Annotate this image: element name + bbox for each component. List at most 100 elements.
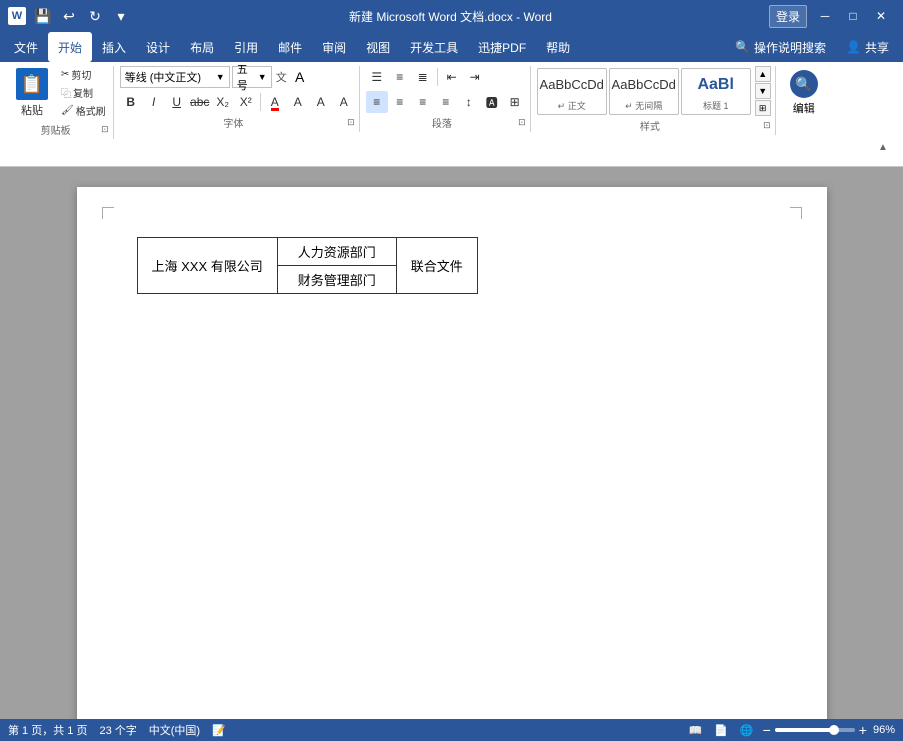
strikethrough-button[interactable]: abc (189, 91, 211, 113)
clipboard-expand-icon[interactable]: ⊡ (101, 124, 109, 135)
minimize-button[interactable]: ─ (811, 2, 839, 30)
text-color-button[interactable]: A (264, 91, 286, 113)
zoom-track[interactable] (775, 728, 855, 732)
menu-help[interactable]: 帮助 (536, 32, 580, 62)
line-spacing-button[interactable]: ↕ (458, 91, 480, 113)
shading-button[interactable]: 🅰 (481, 91, 503, 113)
close-button[interactable]: ✕ (867, 2, 895, 30)
menu-layout[interactable]: 布局 (180, 32, 224, 62)
menu-file[interactable]: 文件 (4, 32, 48, 62)
document-area[interactable]: 上海 XXX 有限公司 人力资源部门 联合文件 财务管理部门 (0, 167, 903, 719)
subscript-button[interactable]: X₂ (212, 91, 234, 113)
font-separator (260, 93, 261, 111)
style-no-spacing-preview: AaBbCcDd (612, 71, 676, 99)
document-table[interactable]: 上海 XXX 有限公司 人力资源部门 联合文件 财务管理部门 (137, 237, 478, 294)
paragraph-expand-icon[interactable]: ⊡ (518, 117, 526, 128)
cut-button[interactable]: ✂ 剪切 (58, 66, 109, 83)
char-spacing-button[interactable]: A (333, 91, 355, 113)
menu-xunjie[interactable]: 迅捷PDF (468, 32, 536, 62)
menu-home[interactable]: 开始 (48, 32, 92, 62)
search-circle: 🔍 (790, 70, 818, 98)
increase-indent-button[interactable]: ⇥ (464, 66, 486, 88)
format-painter-icon: 🖌 (61, 105, 74, 116)
login-button[interactable]: 登录 (769, 5, 807, 28)
table-cell-finance[interactable]: 财务管理部门 (277, 266, 396, 294)
ribbon-bottom: ▲ (6, 139, 897, 155)
undo-button[interactable]: ↩ (58, 5, 80, 27)
decrease-indent-button[interactable]: ⇤ (441, 66, 463, 88)
bold-button[interactable]: B (120, 91, 142, 113)
styles-scroll-up[interactable]: ▲ (755, 66, 771, 82)
word-count: 23 个字 (99, 722, 136, 738)
maximize-button[interactable]: □ (839, 2, 867, 30)
wen-icon: 文 (276, 69, 287, 85)
table-cell-hr[interactable]: 人力资源部门 (277, 238, 396, 266)
italic-button[interactable]: I (143, 91, 165, 113)
print-view-button[interactable]: 📄 (711, 723, 731, 738)
status-bar: 第 1 页，共 1 页 23 个字 中文(中国) 📝 📖 📄 🌐 − + 96% (0, 719, 903, 741)
format-painter-button[interactable]: 🖌 格式刷 (58, 102, 109, 119)
font-grow-button[interactable]: A (289, 66, 311, 88)
menu-developer[interactable]: 开发工具 (400, 32, 468, 62)
menu-references[interactable]: 引用 (224, 32, 268, 62)
paragraph-group-bottom: 段落 ⊡ (366, 113, 526, 132)
save-button[interactable]: 💾 (32, 5, 54, 27)
zoom-in-button[interactable]: + (859, 722, 867, 738)
font-color-button[interactable]: A (310, 91, 332, 113)
style-no-spacing[interactable]: AaBbCcDd ↵ 无间隔 (609, 68, 679, 115)
menu-view[interactable]: 视图 (356, 32, 400, 62)
styles-scroll-down[interactable]: ▼ (755, 83, 771, 99)
styles-more[interactable]: ⊞ (755, 100, 771, 116)
table-cell-joint[interactable]: 联合文件 (396, 238, 477, 294)
styles-expand-icon[interactable]: ⊡ (763, 120, 771, 131)
underline-button[interactable]: U (166, 91, 188, 113)
search-button[interactable]: 🔍 编辑 (782, 66, 826, 120)
spell-check-icon[interactable]: 📝 (212, 724, 226, 737)
styles-area: AaBbCcDd ↵ 正文 AaBbCcDd ↵ 无间隔 AaBl 标题 1 ▲… (537, 66, 771, 116)
customize-button[interactable]: ▾ (110, 5, 132, 27)
font-top-row: 等线 (中文正文) ▼ 五号 ▼ 文 A (120, 66, 355, 88)
menu-search[interactable]: 🔍 操作说明搜索 (725, 32, 836, 62)
ribbon-collapse-button[interactable]: ▲ (873, 140, 893, 154)
editing-group: 🔍 编辑 (778, 66, 830, 120)
styles-scroll: ▲ ▼ ⊞ (755, 66, 771, 116)
menu-design[interactable]: 设计 (136, 32, 180, 62)
justify-button[interactable]: ≡ (435, 91, 457, 113)
ordered-list-button[interactable]: ≡ (389, 66, 411, 88)
menu-mail[interactable]: 邮件 (268, 32, 312, 62)
align-left-button[interactable]: ≡ (366, 91, 388, 113)
highlight-button[interactable]: A (287, 91, 309, 113)
paste-icon: 📋 (16, 68, 48, 100)
font-expand-icon[interactable]: ⊡ (347, 117, 355, 128)
font-format-row: B I U abc X₂ X² A A A A (120, 91, 355, 113)
menu-insert[interactable]: 插入 (92, 32, 136, 62)
zoom-thumb[interactable] (829, 725, 839, 735)
font-size-selector[interactable]: 五号 ▼ (232, 66, 272, 88)
title-bar-left: W 💾 ↩ ↻ ▾ (8, 5, 132, 27)
read-view-button[interactable]: 📖 (685, 723, 705, 738)
zoom-out-button[interactable]: − (763, 722, 771, 738)
clipboard-group-bottom: 剪贴板 ⊡ (10, 120, 109, 139)
style-normal[interactable]: AaBbCcDd ↵ 正文 (537, 68, 607, 115)
copy-button[interactable]: ⿻ 复制 (58, 84, 109, 101)
window-controls: ─ □ ✕ (811, 2, 895, 30)
font-name-selector[interactable]: 等线 (中文正文) ▼ (120, 66, 230, 88)
web-view-button[interactable]: 🌐 (737, 723, 757, 738)
redo-button[interactable]: ↻ (84, 5, 106, 27)
document-page[interactable]: 上海 XXX 有限公司 人力资源部门 联合文件 财务管理部门 (77, 187, 827, 719)
superscript-button[interactable]: X² (235, 91, 257, 113)
para-row2: ≡ ≡ ≡ ≡ ↕ 🅰 ⊞ (366, 91, 526, 113)
zoom-slider[interactable]: − + (763, 722, 867, 738)
unordered-list-button[interactable]: ☰ (366, 66, 388, 88)
style-heading1[interactable]: AaBl 标题 1 (681, 68, 751, 115)
copy-icon: ⿻ (61, 85, 71, 100)
menu-share[interactable]: 👤 共享 (836, 32, 899, 62)
borders-button[interactable]: ⊞ (504, 91, 526, 113)
multilevel-list-button[interactable]: ≣ (412, 66, 434, 88)
menu-review[interactable]: 审阅 (312, 32, 356, 62)
paste-button[interactable]: 📋 粘贴 (10, 66, 54, 120)
table-cell-company[interactable]: 上海 XXX 有限公司 (137, 238, 277, 294)
align-right-button[interactable]: ≡ (412, 91, 434, 113)
align-center-button[interactable]: ≡ (389, 91, 411, 113)
para-row1: ☰ ≡ ≣ ⇤ ⇥ (366, 66, 526, 88)
